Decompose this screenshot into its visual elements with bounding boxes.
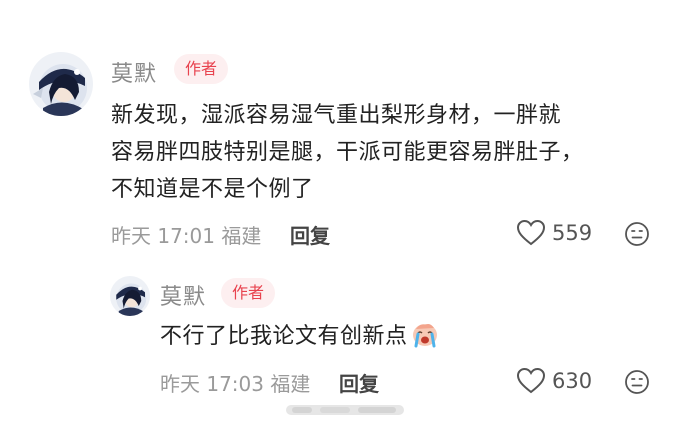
frown-face-icon <box>625 222 649 246</box>
comment-text-line-2: 容易胖四肢特别是腿，干派可能更容易胖肚子， <box>111 140 584 165</box>
comment-meta: 昨天 17:01 福建 <box>111 220 261 249</box>
comment-dislike-button[interactable] <box>624 221 650 251</box>
comment-like-button[interactable]: 559 <box>516 219 592 247</box>
comment-location: 福建 <box>221 224 262 248</box>
reply-text-content: 不行了比我论文有创新点 <box>160 324 408 349</box>
reply-reply-button[interactable]: 回复 <box>339 368 379 397</box>
author-badge: 作者 <box>174 54 229 84</box>
comment-time: 昨天 17:01 <box>111 224 215 248</box>
reply-author-badge: 作者 <box>221 278 276 308</box>
comment-text-line-1: 新发现，湿派容易湿气重出梨形身材，一胖就 <box>111 103 562 128</box>
comment-author-name[interactable]: 莫默 <box>111 56 157 88</box>
reply-like-button[interactable]: 630 <box>516 367 592 395</box>
comment-text-line-3: 不知道是不是个例了 <box>111 177 314 202</box>
crying-face-emoji <box>412 324 437 348</box>
comment-like-count: 559 <box>552 221 593 245</box>
heart-outline-icon <box>516 219 546 246</box>
reply-dislike-button[interactable] <box>624 369 650 399</box>
reply-meta: 昨天 17:03 福建 <box>160 368 310 397</box>
blurred-watermark <box>286 402 404 416</box>
reply-time: 昨天 17:03 <box>160 372 264 396</box>
reply-author-avatar[interactable] <box>110 276 150 316</box>
reply-location: 福建 <box>270 372 311 396</box>
reply-like-count: 630 <box>552 369 593 393</box>
reply-author-name[interactable]: 莫默 <box>160 279 206 311</box>
comment-author-avatar[interactable] <box>29 52 93 116</box>
reply-text: 不行了比我论文有创新点 <box>160 318 440 355</box>
frown-face-icon <box>625 370 649 394</box>
comment-reply-button[interactable]: 回复 <box>290 220 330 249</box>
heart-outline-icon <box>516 367 546 394</box>
